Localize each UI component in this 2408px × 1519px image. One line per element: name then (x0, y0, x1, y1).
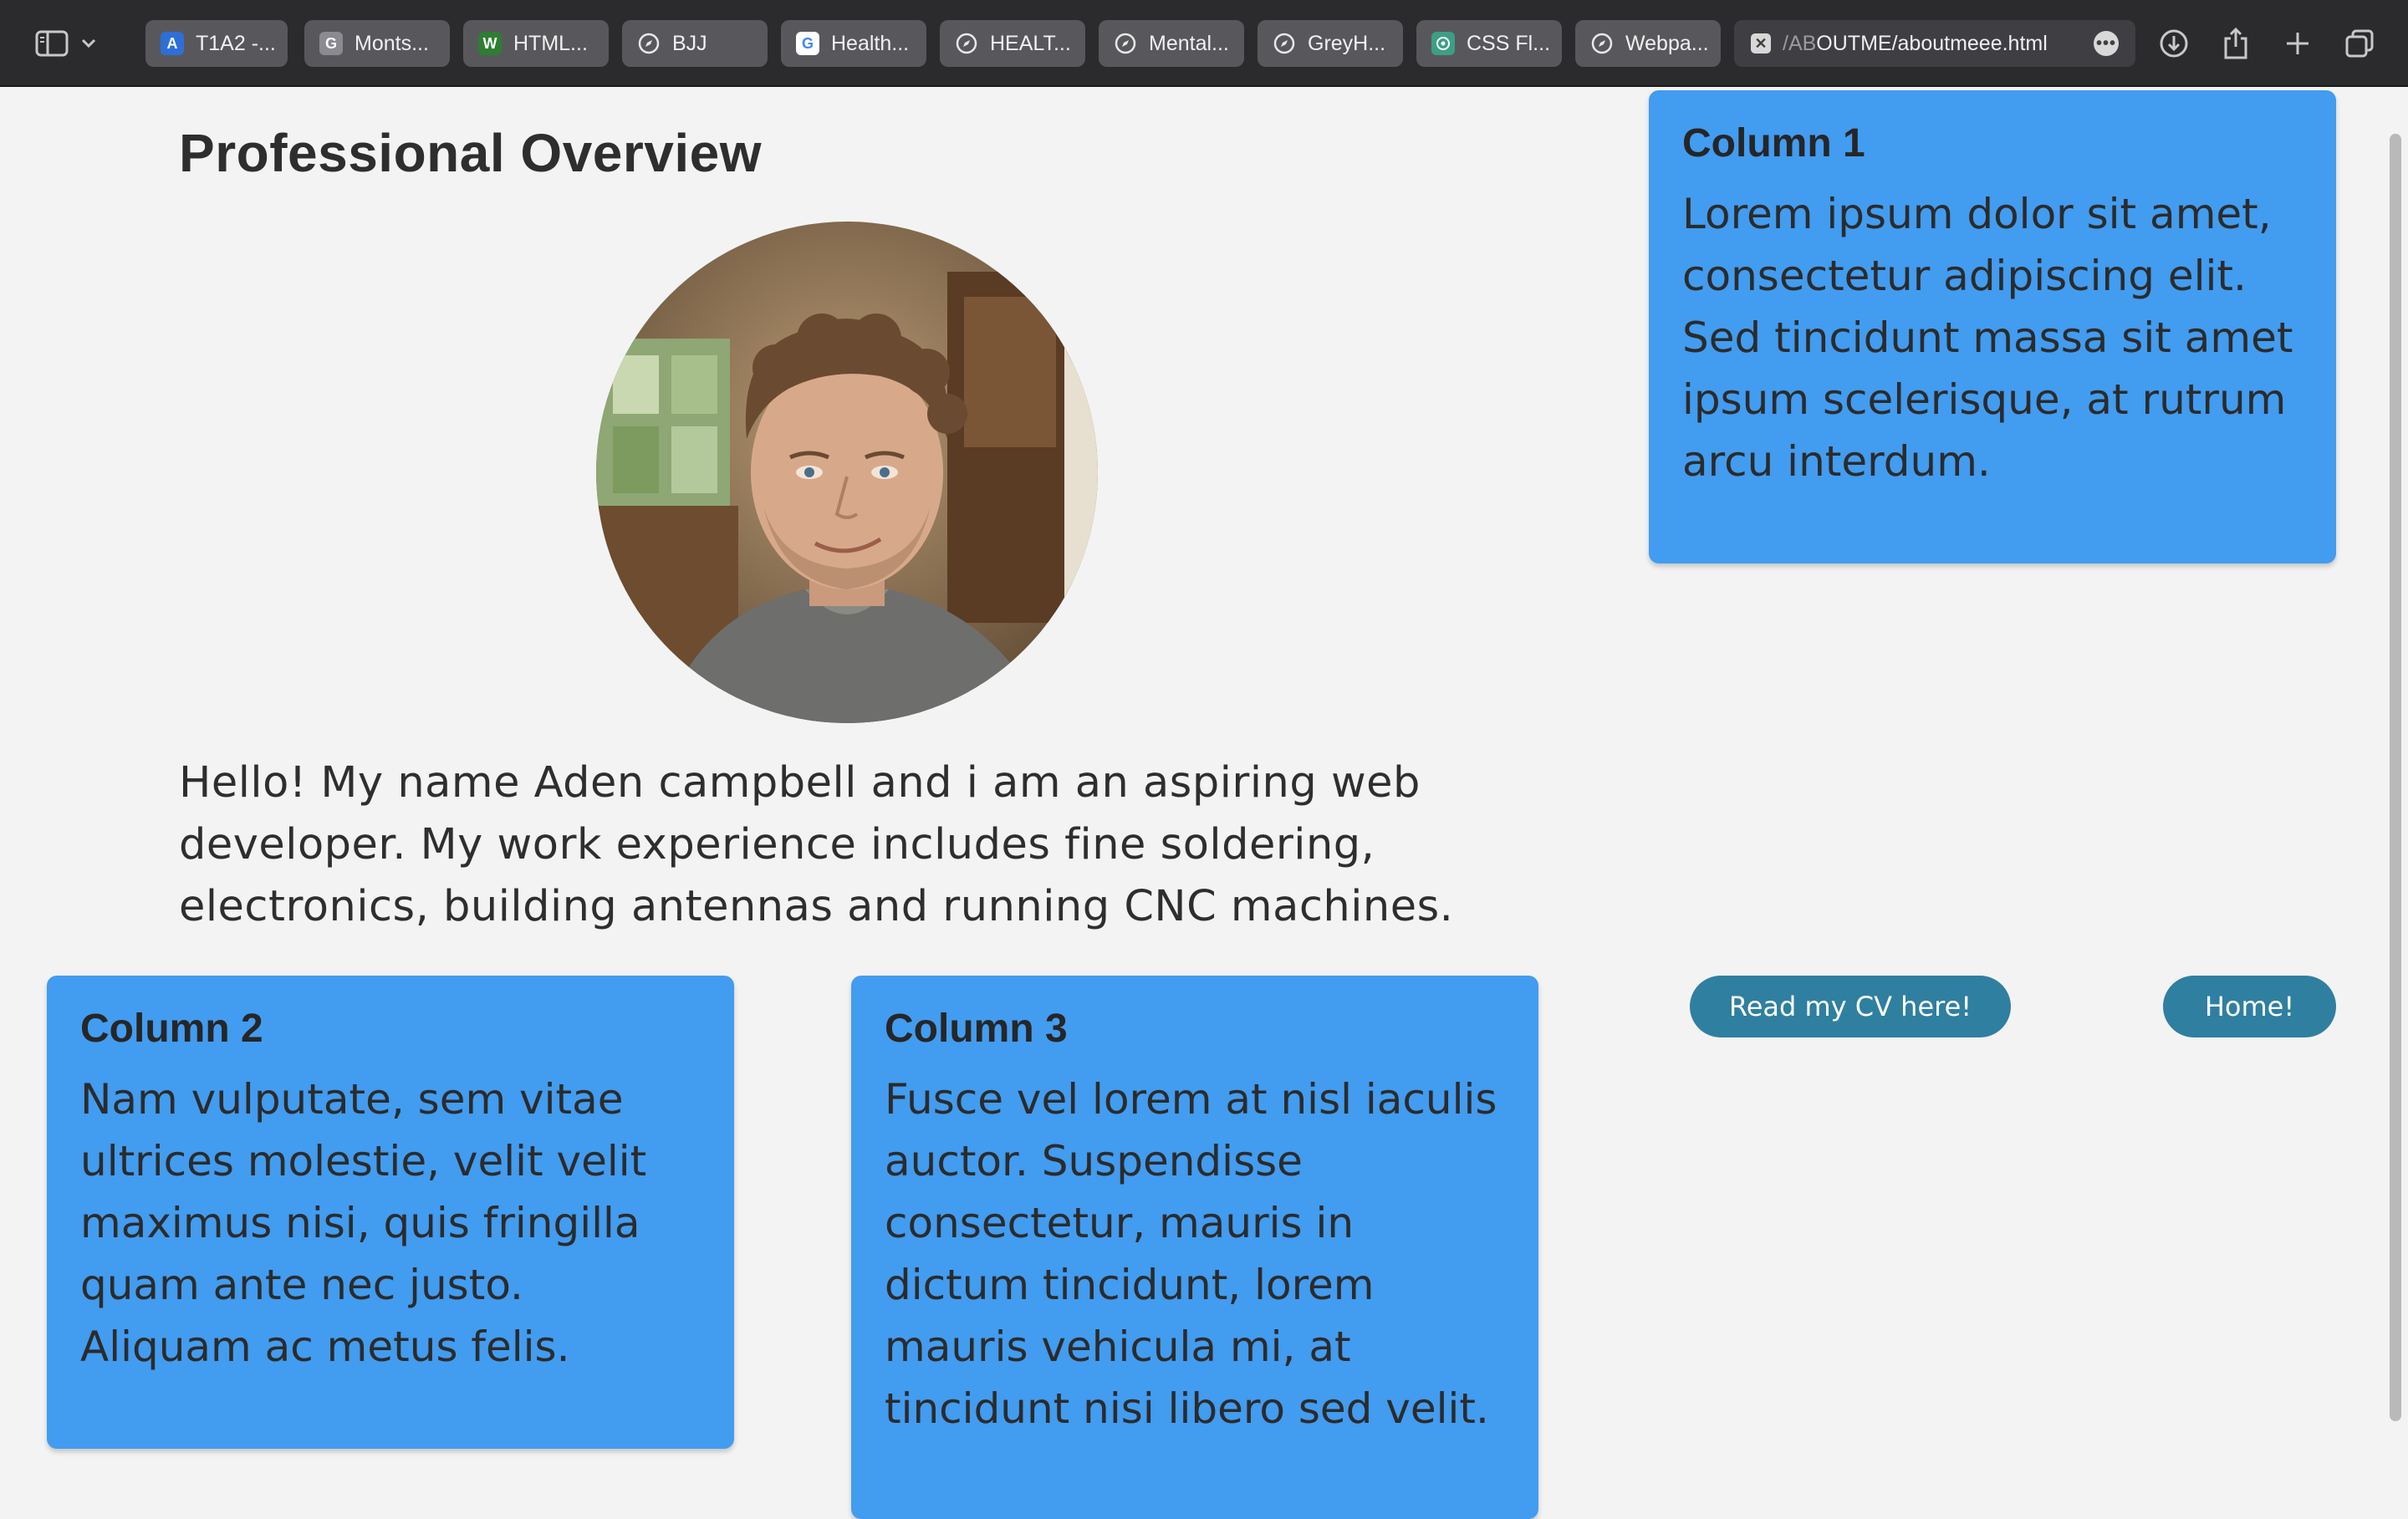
tab-item[interactable]: A T1A2 -... (145, 20, 288, 67)
share-icon[interactable] (2214, 22, 2258, 65)
tab-item[interactable]: Mental... (1099, 20, 1244, 67)
tab-overview-icon[interactable] (2338, 22, 2381, 65)
tab-item[interactable]: Webpa... (1575, 20, 1721, 67)
tab-item[interactable]: G Health... (781, 20, 926, 67)
column-title: Column 2 (80, 1007, 263, 1051)
tab-label: CSS Fl... (1467, 31, 1551, 55)
more-options-icon[interactable]: ••• (2094, 31, 2119, 56)
tab-label: GreyH... (1308, 31, 1386, 55)
w-site-icon: W (478, 32, 502, 55)
tab-label: BJJ (672, 31, 707, 55)
tab-item[interactable]: BJJ (622, 20, 768, 67)
tab-item[interactable]: W HTML... (463, 20, 609, 67)
app-icon: A (161, 32, 184, 55)
tab-label: T1A2 -... (196, 31, 276, 55)
download-icon[interactable] (2152, 22, 2196, 65)
column-title: Column 3 (885, 1007, 1068, 1051)
chevron-down-icon[interactable] (74, 22, 104, 65)
browser-toolbar: A T1A2 -... G Monts... W HTML... BJJ G H… (0, 0, 2408, 87)
profile-photo (596, 222, 1098, 723)
tab-item[interactable]: GreyH... (1258, 20, 1403, 67)
tab-item[interactable]: HEALT... (940, 20, 1085, 67)
tab-label: Monts... (355, 31, 429, 55)
tab-label: Health... (831, 31, 910, 55)
google-icon: G (796, 32, 819, 55)
tab-active[interactable]: ✕ /AB OUTME/aboutmeee.html ••• (1734, 20, 2135, 67)
column-card-1: Column 1 Lorem ipsum dolor sit amet, con… (1649, 90, 2336, 563)
tab-path-prefix: /AB (1783, 31, 1817, 55)
tab-label: HEALT... (990, 31, 1071, 55)
sidebar-toggle-icon[interactable] (30, 22, 74, 65)
compass-icon (1114, 32, 1137, 55)
home-button[interactable]: Home! (2163, 976, 2336, 1037)
column-text: Lorem ipsum dolor sit amet, consectetur … (1682, 190, 2293, 486)
compass-icon (955, 32, 978, 55)
tab-label: HTML... (513, 31, 588, 55)
scrollbar-thumb[interactable] (2390, 134, 2401, 1421)
tab-item[interactable]: CSS Fl... (1416, 20, 1562, 67)
new-tab-icon[interactable] (2276, 22, 2319, 65)
read-cv-button[interactable]: Read my CV here! (1690, 976, 2011, 1037)
intro-text: Hello! My name Aden campbell and i am an… (179, 758, 1454, 931)
column-card-3: Column 3 Fusce vel lorem at nisl iaculis… (851, 976, 1538, 1519)
tab-item[interactable]: G Monts... (304, 20, 450, 67)
chatgpt-icon (1431, 32, 1455, 55)
tab-label: Webpa... (1625, 31, 1709, 55)
compass-icon (1273, 32, 1296, 55)
tab-path: OUTME/aboutmeee.html (1816, 31, 2048, 55)
close-icon[interactable]: ✕ (1751, 33, 1771, 54)
column-text: Fusce vel lorem at nisl iaculis auctor. … (885, 1075, 1497, 1433)
compass-icon (1590, 32, 1614, 55)
tab-label: Mental... (1149, 31, 1229, 55)
page-title: Professional Overview (179, 123, 763, 183)
column-title: Column 1 (1682, 121, 1865, 166)
column-text: Nam vulputate, sem vitae ultrices molest… (80, 1075, 647, 1371)
compass-icon (637, 32, 661, 55)
google-fonts-icon: G (319, 32, 343, 55)
column-card-2: Column 2 Nam vulputate, sem vitae ultric… (47, 976, 734, 1449)
